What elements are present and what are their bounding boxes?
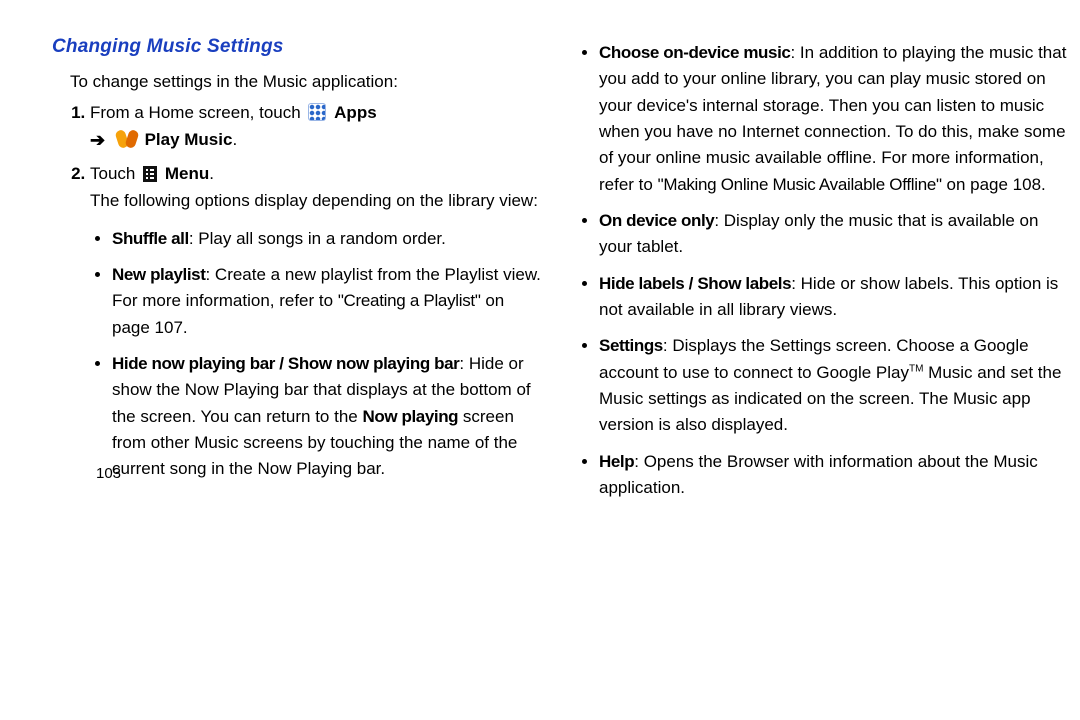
step-1: From a Home screen, touch Apps ➔ Play Mu… xyxy=(90,100,545,153)
options-list-right: Choose on-device music: In addition to p… xyxy=(599,40,1070,502)
help-rest: : Opens the Browser with information abo… xyxy=(599,452,1038,497)
choose-lead: Choose on-device music xyxy=(599,43,790,62)
options-list-left: Shuffle all: Play all songs in a random … xyxy=(112,226,545,483)
ondev-lead: On device only xyxy=(599,211,714,230)
opt-help: Help: Opens the Browser with information… xyxy=(599,449,1070,502)
opt-new-playlist: New playlist: Create a new playlist from… xyxy=(112,262,545,341)
page-number: 103 xyxy=(96,465,121,482)
labels-lead: Hide labels / Show labels xyxy=(599,274,791,293)
step1-pre: From a Home screen, touch xyxy=(90,103,305,122)
settings-lead: Settings xyxy=(599,336,663,355)
menu-icon xyxy=(143,166,157,182)
apps-label: Apps xyxy=(334,103,377,122)
opt-settings: Settings: Displays the Settings screen. … xyxy=(599,333,1070,438)
section-heading: Changing Music Settings xyxy=(52,36,545,58)
menu-label: Menu xyxy=(165,164,209,183)
tm-mark: TM xyxy=(909,363,923,374)
manual-page: Changing Music Settings To change settin… xyxy=(0,0,1080,512)
now-playing-bold: Now playing xyxy=(362,407,458,426)
step1-dot: . xyxy=(232,130,237,149)
help-lead: Help xyxy=(599,452,634,471)
opt-shuffle-all: Shuffle all: Play all songs in a random … xyxy=(112,226,545,252)
step2-dot: . xyxy=(209,164,214,183)
opt-choose-on-device: Choose on-device music: In addition to p… xyxy=(599,40,1070,198)
apps-grid-icon xyxy=(308,103,326,121)
opt-on-device-only: On device only: Display only the music t… xyxy=(599,208,1070,261)
choose-ref: "Making Online Music Available Offline" xyxy=(658,175,942,194)
right-column: Choose on-device music: In addition to p… xyxy=(577,36,1070,512)
left-column: Changing Music Settings To change settin… xyxy=(52,36,545,512)
opt-hide-labels: Hide labels / Show labels: Hide or show … xyxy=(599,271,1070,324)
step2-pre: Touch xyxy=(90,164,140,183)
step-2: Touch Menu. The following options displa… xyxy=(90,161,545,483)
steps-list: From a Home screen, touch Apps ➔ Play Mu… xyxy=(90,100,545,483)
opt-hide-now-playing: Hide now playing bar / Show now playing … xyxy=(112,351,545,483)
newpl-lead: New playlist xyxy=(112,265,205,284)
play-music-label: Play Music xyxy=(145,130,233,149)
arrow-right-icon: ➔ xyxy=(90,127,105,154)
intro-text: To change settings in the Music applicat… xyxy=(70,72,545,92)
newpl-ref: "Creating a Playlist" xyxy=(338,291,481,310)
hidebar-lead: Hide now playing bar / Show now playing … xyxy=(112,354,459,373)
choose-rest1: : In addition to playing the music that … xyxy=(599,43,1066,194)
shuffle-rest: : Play all songs in a random order. xyxy=(189,229,446,248)
step2-tail: The following options display depending … xyxy=(90,188,545,214)
choose-rest2: on page 108. xyxy=(942,175,1046,194)
shuffle-lead: Shuffle all xyxy=(112,229,189,248)
play-music-icon xyxy=(117,130,137,148)
